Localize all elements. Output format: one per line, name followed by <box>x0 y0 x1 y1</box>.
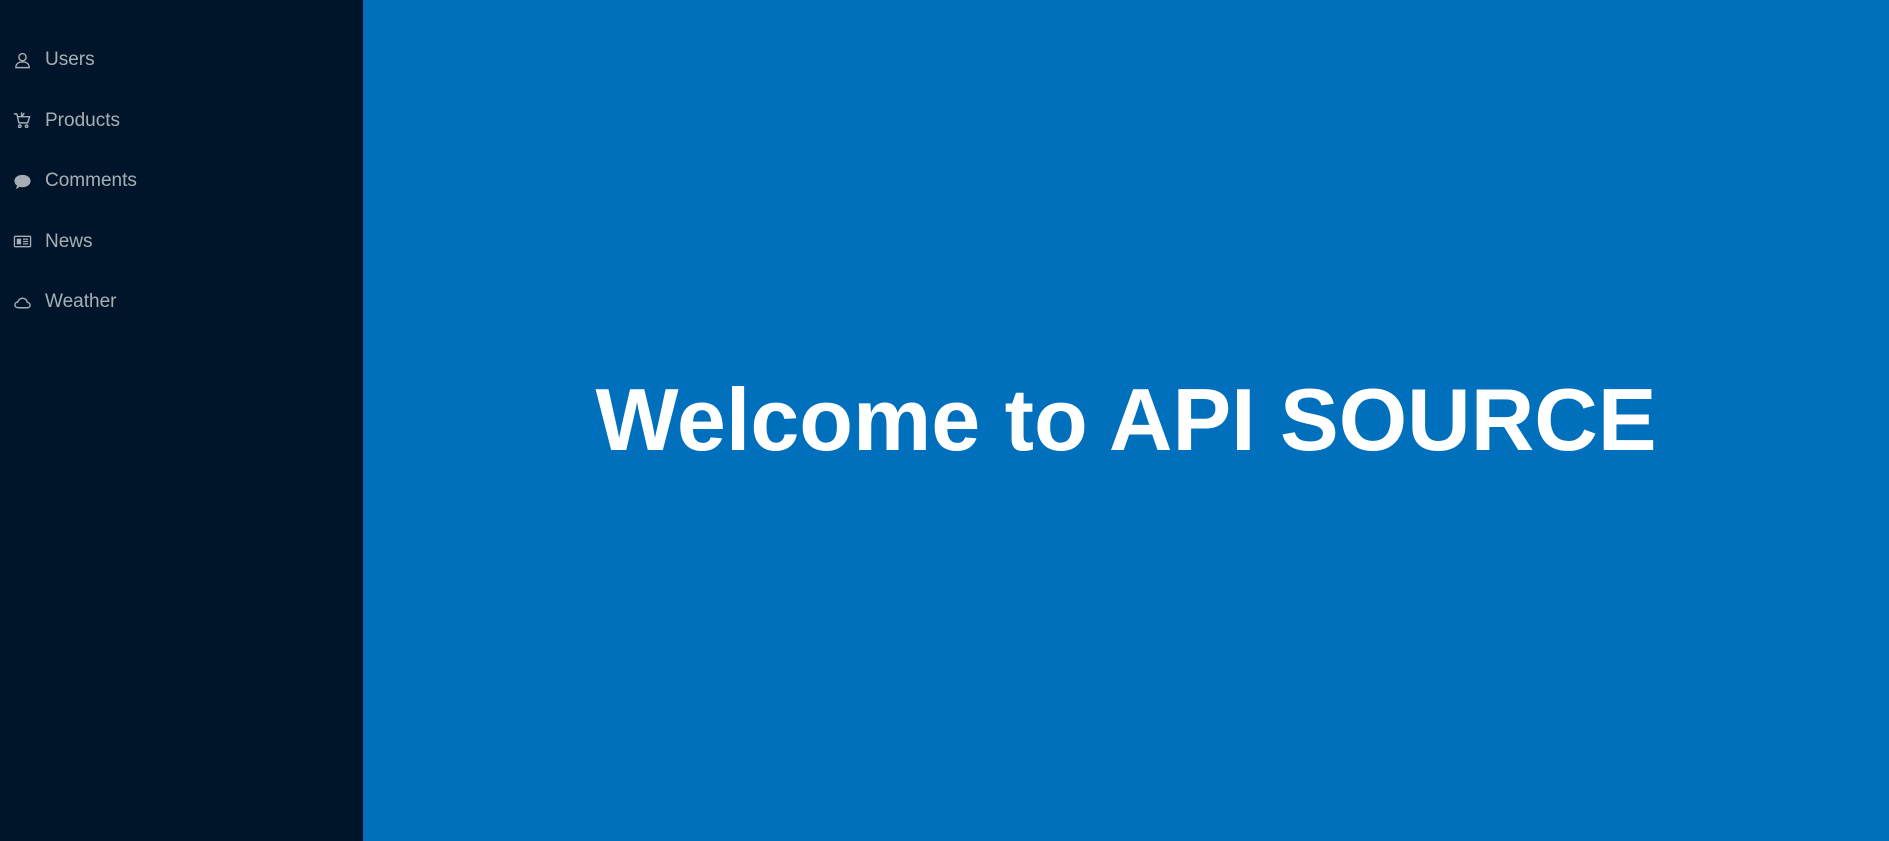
sidebar: Users Products Comments News Weather <box>0 0 363 841</box>
sidebar-item-news[interactable]: News <box>0 212 363 273</box>
sidebar-item-users[interactable]: Users <box>0 30 363 91</box>
sidebar-item-label: Weather <box>45 291 117 313</box>
newspaper-icon <box>13 232 32 251</box>
sidebar-item-comments[interactable]: Comments <box>0 151 363 212</box>
sidebar-item-products[interactable]: Products <box>0 91 363 152</box>
sidebar-item-label: Comments <box>45 170 137 192</box>
user-icon <box>13 51 32 70</box>
sidebar-item-weather[interactable]: Weather <box>0 272 363 333</box>
sidebar-item-label: Users <box>45 49 95 71</box>
sidebar-item-label: Products <box>45 109 120 131</box>
main-content: Welcome to API SOURCE <box>363 0 1889 841</box>
page-title: Welcome to API SOURCE <box>595 369 1657 469</box>
sidebar-item-label: News <box>45 230 93 252</box>
shopping-cart-icon <box>13 111 32 130</box>
comment-icon <box>13 172 32 191</box>
cloud-icon <box>13 293 32 312</box>
app-layout: Users Products Comments News Weather Wel… <box>0 0 1889 841</box>
